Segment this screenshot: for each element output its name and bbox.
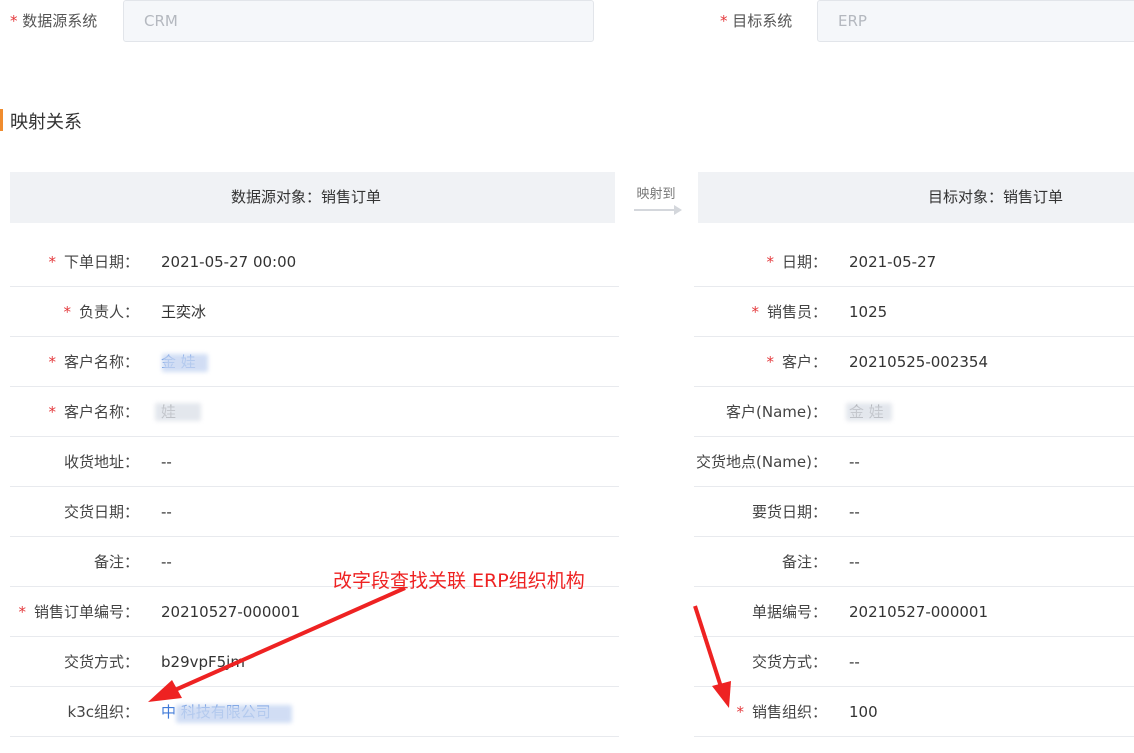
annotation-arrow-line-right [693,605,724,691]
annotation-arrows [148,586,731,708]
annotation-arrowhead-right [712,681,731,708]
annotation-arrowhead-left [148,680,182,702]
annotation-arrow-line-left [174,586,406,692]
